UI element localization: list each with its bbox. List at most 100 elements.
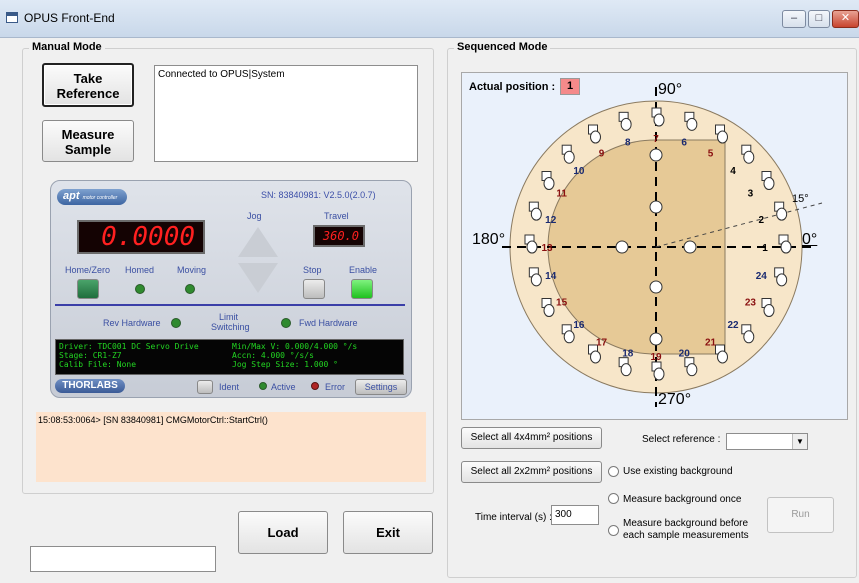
close-button[interactable]: ✕ [832, 10, 859, 28]
use-existing-background-radio[interactable] [608, 466, 619, 477]
measure-sample-label-1: Measure [61, 127, 115, 142]
maximize-button[interactable]: □ [808, 10, 830, 28]
angle-0-label: 0° [802, 231, 818, 248]
measure-background-before-label-1: Measure background before [623, 518, 749, 529]
apt-logo-text: apt [63, 190, 80, 202]
angle-90-label: 90° [658, 81, 683, 98]
position-hole-14 [530, 273, 542, 287]
position-label-23: 23 [745, 298, 757, 309]
minimize-button[interactable]: – [782, 10, 806, 28]
position-label-1: 1 [762, 243, 768, 254]
position-hole-4 [743, 150, 755, 164]
position-label-17: 17 [596, 337, 608, 348]
manual-mode-legend: Manual Mode [29, 41, 105, 53]
angle-15-label: 15° [792, 193, 809, 205]
position-label-18: 18 [622, 348, 634, 359]
app-window-icon [6, 12, 18, 23]
info-jog-step: Jog Step Size: 1.000 ° [232, 360, 338, 369]
position-hole-23 [763, 304, 775, 317]
measure-background-once-radio[interactable] [608, 493, 619, 504]
bottom-input[interactable] [30, 546, 216, 572]
take-reference-button[interactable]: Take Reference [42, 63, 134, 107]
position-label-3: 3 [748, 189, 754, 200]
measure-sample-label-2: Sample [64, 142, 112, 157]
jog-label: Jog [247, 211, 262, 221]
position-hole-15 [543, 304, 555, 317]
info-driver: Driver: TDC001 DC Servo Drive [59, 342, 199, 351]
home-zero-button[interactable] [77, 279, 99, 299]
limit-switching-label-2: Switching [211, 322, 250, 332]
thorlabs-logo: THORLABS [55, 379, 125, 393]
position-label-4: 4 [730, 166, 736, 177]
select-reference-dropdown[interactable]: ▼ [726, 433, 808, 450]
status-textbox[interactable]: Connected to OPUS|System [154, 65, 418, 162]
load-button[interactable]: Load [238, 511, 328, 554]
time-interval-label: Time interval (s) : [475, 512, 552, 523]
driver-info-panel: Driver: TDC001 DC Servo Drive Stage: CR1… [55, 339, 404, 375]
center-hole-4 [615, 240, 629, 254]
select-4x4-button[interactable]: Select all 4x4mm² positions [461, 427, 602, 449]
apt-motor-controller: apt motor controller SN: 83840981: V2.5.… [50, 180, 412, 398]
enable-button[interactable] [351, 279, 373, 299]
position-hole-11 [543, 177, 555, 190]
position-label-11: 11 [556, 189, 567, 200]
select-2x2-button[interactable]: Select all 2x2mm² positions [461, 461, 602, 483]
info-stage: Stage: CR1-Z7 [59, 351, 122, 360]
stop-button[interactable] [303, 279, 325, 299]
time-interval-input[interactable]: 300 [551, 505, 599, 525]
travel-display: 360.0 [313, 225, 365, 247]
error-led [311, 382, 319, 390]
position-hole-21 [717, 350, 728, 364]
limit-switching-label-1: Limit [219, 312, 239, 322]
panel-divider [55, 304, 405, 306]
measure-background-before-radio[interactable] [608, 525, 619, 536]
position-hole-12 [530, 207, 542, 221]
home-zero-label: Home/Zero [65, 265, 111, 275]
ident-button[interactable] [197, 380, 213, 394]
position-label-5: 5 [708, 149, 714, 160]
sample-wheel-diagram[interactable]: Actual position : 1 1 2 3 4 5 6 7 8 9 10 11 12 13 14 1… [461, 72, 848, 420]
info-accn: Accn: 4.000 °/s/s [232, 351, 314, 360]
position-label-8: 8 [625, 138, 631, 149]
settings-button[interactable]: Settings [355, 379, 407, 395]
sequenced-mode-legend: Sequenced Mode [454, 41, 551, 53]
homed-label: Homed [125, 265, 155, 275]
fwd-hardware-label: Fwd Hardware [299, 318, 358, 328]
take-reference-label-2: Reference [56, 86, 120, 101]
position-hole-3 [763, 177, 775, 190]
position-hole-1 [780, 240, 792, 254]
position-hole-19 [653, 367, 665, 381]
error-label: Error [325, 382, 345, 392]
exit-button[interactable]: Exit [343, 511, 433, 554]
position-label-21: 21 [705, 337, 717, 348]
position-hole-2 [776, 207, 788, 221]
apt-logo: apt motor controller [57, 189, 127, 205]
rev-hardware-label: Rev Hardware [103, 318, 161, 328]
run-button[interactable]: Run [767, 497, 834, 533]
event-log[interactable]: 15:08:53:0064> [SN 83840981] CMGMotorCtr… [36, 412, 426, 482]
position-label-10: 10 [573, 166, 585, 177]
position-hole-10 [563, 150, 575, 164]
stop-label: Stop [303, 265, 322, 275]
position-hole-18 [620, 363, 632, 377]
position-hole-16 [563, 330, 575, 344]
position-hole-6 [686, 117, 698, 131]
info-min-max-v: Min/Max V: 0.000/4.000 °/s [232, 342, 358, 351]
position-label-19: 19 [650, 352, 662, 363]
center-hole-6 [649, 332, 663, 346]
position-hole-17 [590, 350, 601, 364]
center-hole-1 [649, 200, 663, 214]
center-hole-5 [649, 280, 663, 294]
measure-background-before-label-2: each sample measurements [623, 530, 749, 541]
wheel-svg: 123456789101112131415161718 19 2021222324 [502, 87, 823, 407]
measure-sample-button[interactable]: Measure Sample [42, 120, 134, 162]
position-hole-24 [776, 273, 788, 287]
jog-up-arrow[interactable] [238, 227, 278, 257]
position-label-12: 12 [545, 215, 557, 226]
chevron-down-icon[interactable]: ▼ [792, 434, 807, 449]
jog-down-arrow[interactable] [238, 263, 278, 293]
apt-logo-sub: motor controller [82, 195, 118, 201]
title-bar: OPUS Front-End – □ ✕ [0, 0, 859, 38]
fwd-hardware-led [281, 318, 291, 328]
position-hole-20 [686, 363, 698, 377]
